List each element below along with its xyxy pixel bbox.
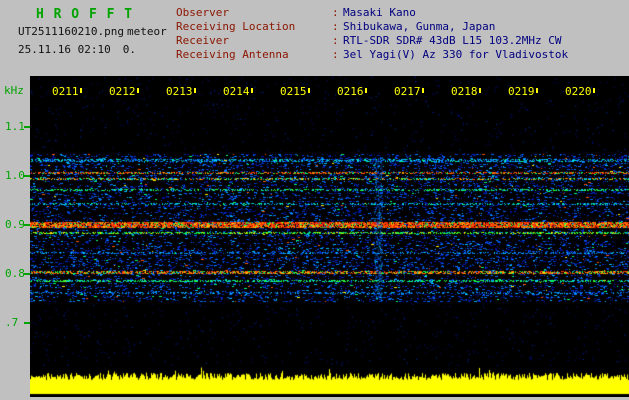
info-row-receiver: Receiver : RTL-SDR SDR# 43dB L15 103.2MH…: [176, 34, 568, 48]
info-label: Receiver: [176, 34, 229, 47]
time-label: 0215: [280, 85, 307, 98]
info-row-antenna: Receiving Antenna : 3el Yagi(V) Az 330 f…: [176, 48, 568, 62]
mode-label: meteor: [126, 25, 167, 38]
info-row-observer: Observer : Masaki Kano: [176, 6, 568, 20]
info-value: Shibukawa, Gunma, Japan: [343, 20, 496, 33]
time-tick-mark: [593, 88, 595, 93]
time-label: 0211: [52, 85, 79, 98]
file-line: UT2511160210.png meteor: [18, 25, 167, 38]
freq-tick-label: 1.0: [5, 168, 25, 182]
time-label: 0219: [508, 85, 535, 98]
freq-tick-mark: [24, 223, 30, 226]
time-label: 0212: [109, 85, 136, 98]
freq-tick-mark: [24, 321, 30, 324]
filename: UT2511160210.png: [18, 25, 124, 38]
time-label: 0216: [337, 85, 364, 98]
freq-tick-label: 1.1: [5, 119, 25, 133]
time-tick-mark: [479, 88, 481, 93]
time-tick-mark: [536, 88, 538, 93]
time-tick-mark: [422, 88, 424, 93]
info-separator: :: [332, 34, 339, 47]
info-separator: :: [332, 20, 339, 33]
info-value: Masaki Kano: [343, 6, 416, 19]
station-info: Observer : Masaki Kano Receiving Locatio…: [176, 6, 568, 62]
time-tick-mark: [194, 88, 196, 93]
info-separator: :: [332, 6, 339, 19]
echo-counter: 0.: [122, 43, 136, 56]
info-label: Observer: [176, 6, 229, 19]
info-value: 3el Yagi(V) Az 330 for Vladivostok: [343, 48, 569, 61]
info-label: Receiving Antenna: [176, 48, 289, 61]
info-row-location: Receiving Location : Shibukawa, Gunma, J…: [176, 20, 568, 34]
time-tick-mark: [137, 88, 139, 93]
hrofft-screen: H R O F F T UT2511160210.png meteor 25.11…: [0, 0, 629, 400]
time-tick-mark: [365, 88, 367, 93]
time-tick-mark: [308, 88, 310, 93]
time-line: 25.11.16 02:10 0.: [18, 43, 136, 56]
time-axis: 0211 0212 0213 0214 0215 0216 0217 0218 0219 0220: [30, 76, 629, 397]
freq-tick-label: 0.8: [5, 266, 25, 280]
time-tick-mark: [80, 88, 82, 93]
freq-unit-label: kHz: [4, 84, 24, 97]
freq-tick-mark: [24, 125, 30, 128]
app-title: H R O F F T: [36, 7, 134, 22]
time-tick-mark: [251, 88, 253, 93]
freq-tick-mark: [24, 272, 30, 275]
time-label: 0220: [565, 85, 592, 98]
spectrogram-plot: 0211 0212 0213 0214 0215 0216 0217 0218 0219 0220: [30, 76, 629, 397]
timestamp: 25.11.16 02:10: [18, 43, 111, 56]
freq-tick-label: .7: [5, 315, 19, 329]
time-label: 0213: [166, 85, 193, 98]
info-label: Receiving Location: [176, 20, 296, 33]
time-label: 0217: [394, 85, 421, 98]
time-label: 0218: [451, 85, 478, 98]
info-value: RTL-SDR SDR# 43dB L15 103.2MHz CW: [343, 34, 562, 47]
freq-tick-mark: [24, 174, 30, 177]
time-label: 0214: [223, 85, 250, 98]
freq-tick-label: 0.9: [5, 217, 25, 231]
info-separator: :: [332, 48, 339, 61]
